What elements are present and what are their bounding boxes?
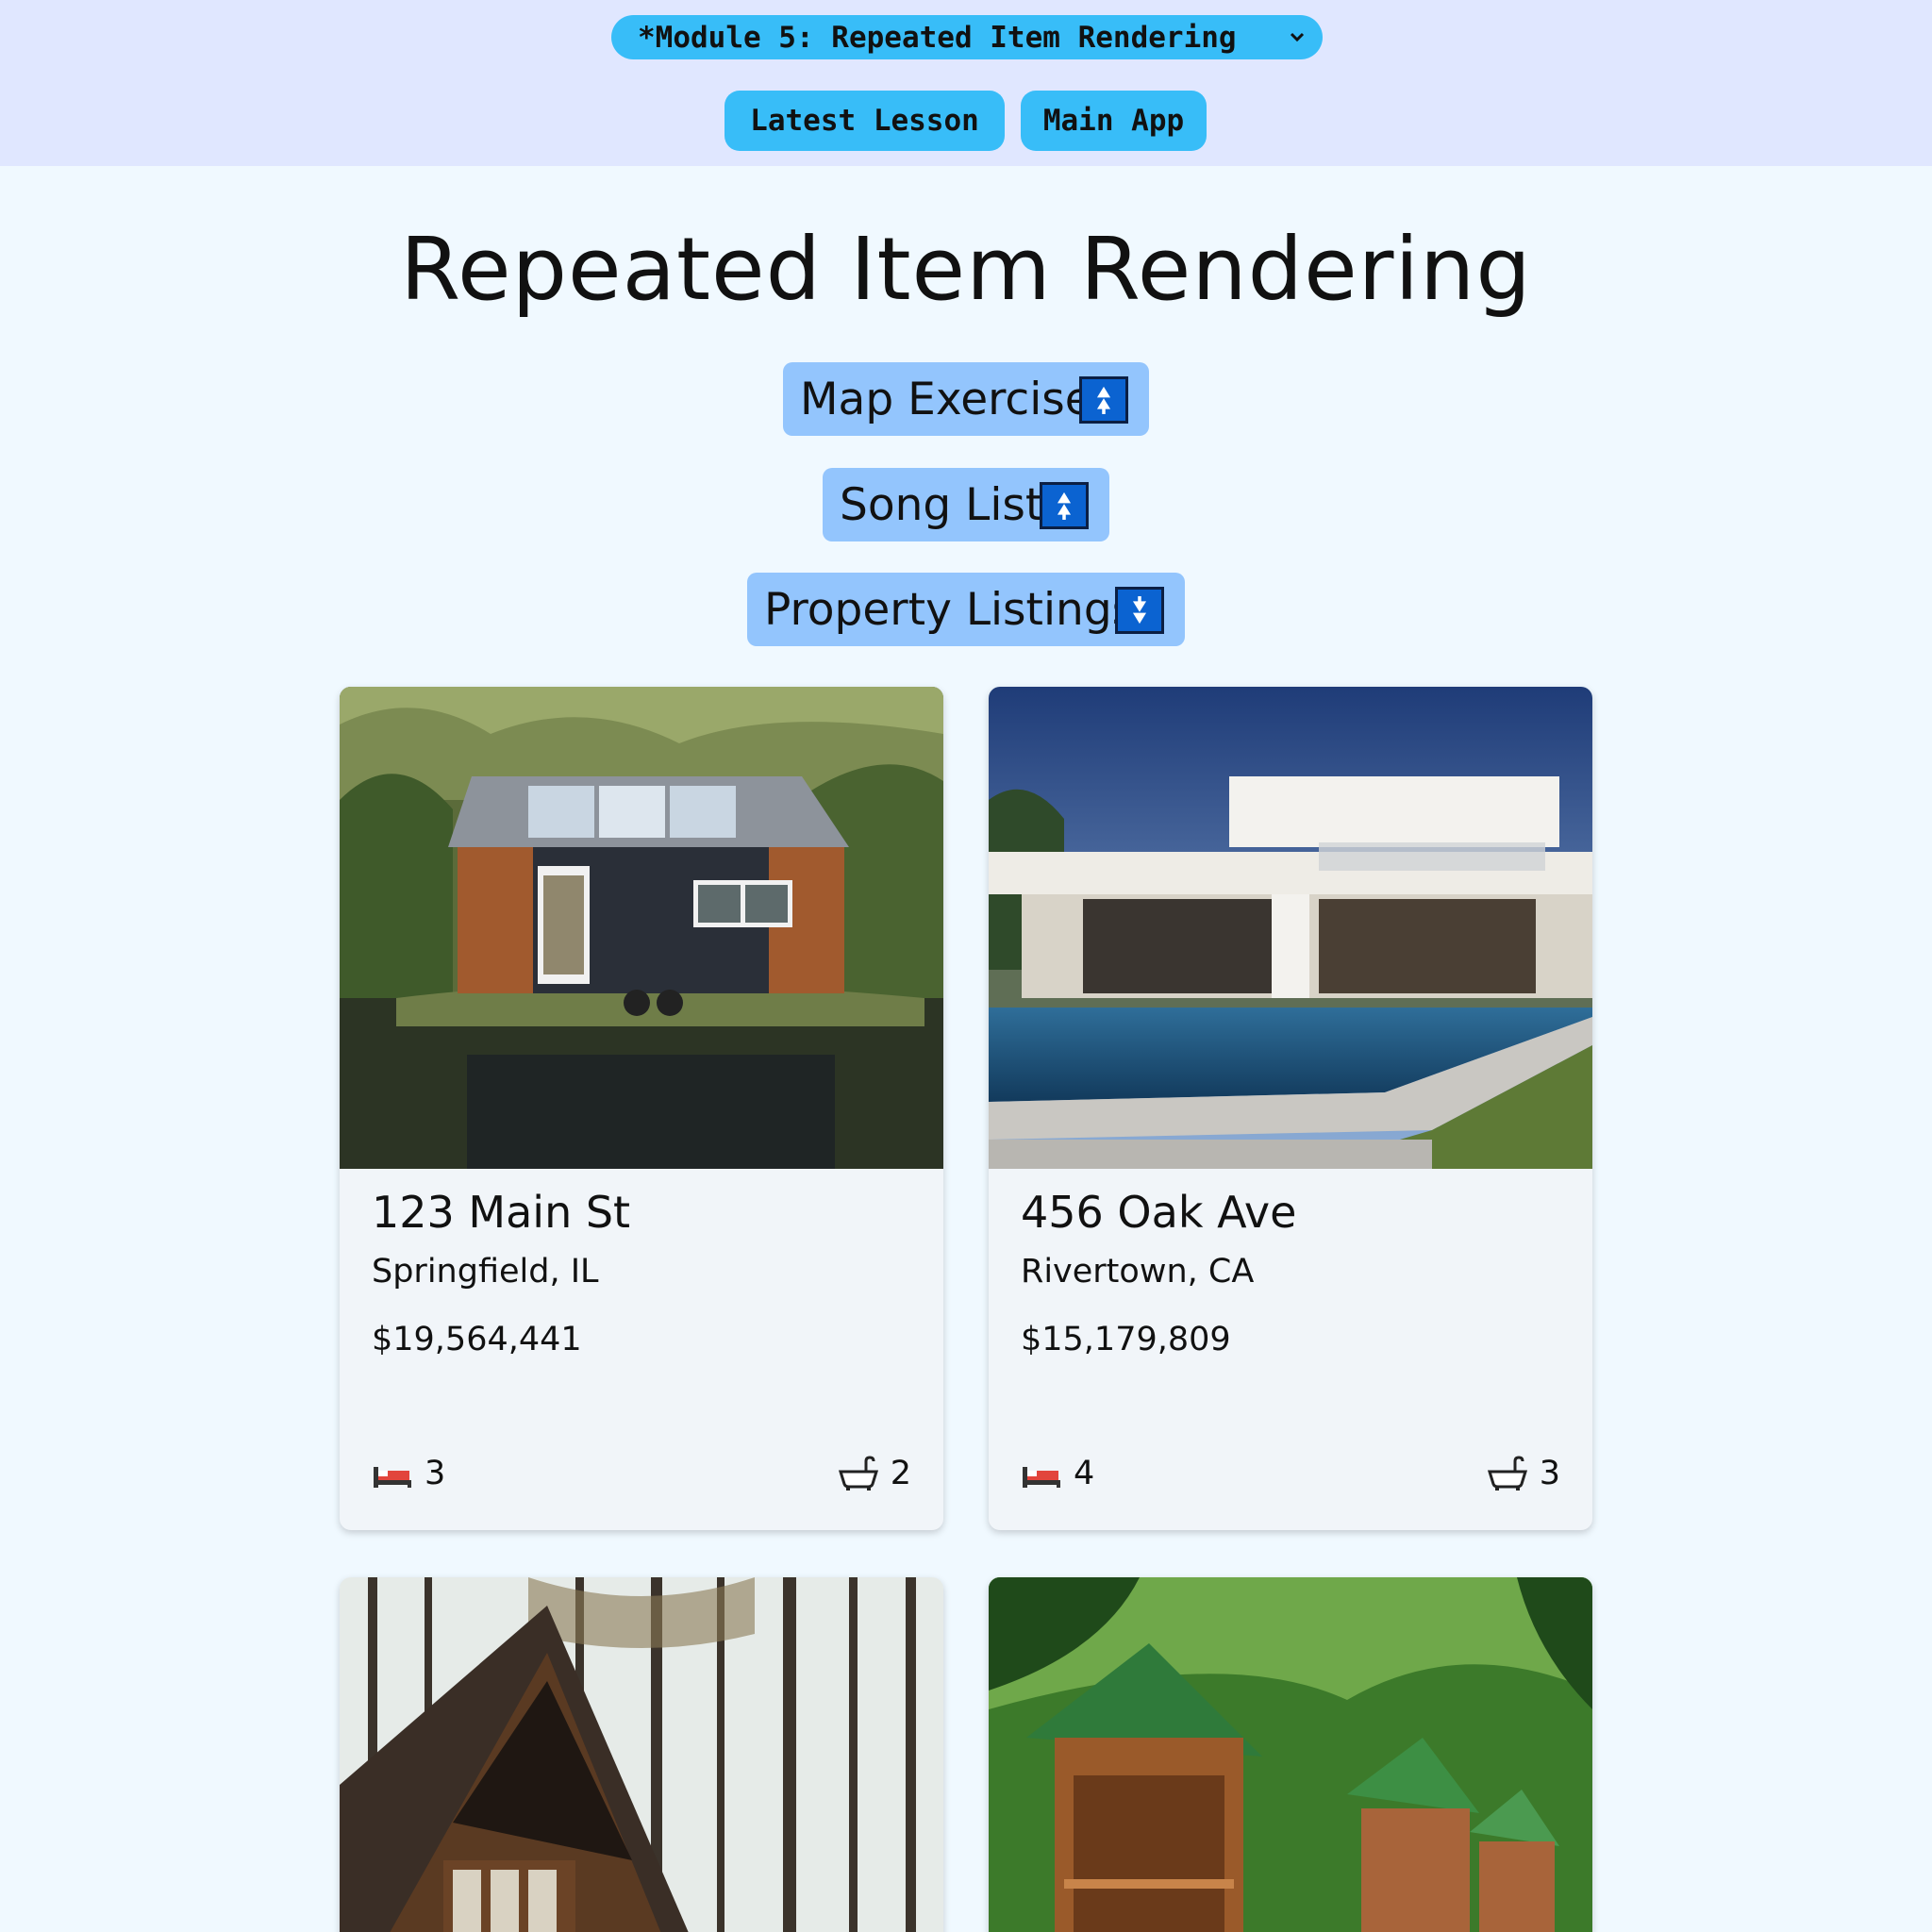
latest-lesson-label: Latest Lesson [750, 104, 979, 138]
section-label: Song List [840, 478, 1043, 531]
section-label: Map Exercise [800, 373, 1092, 425]
beds-value: 3 [425, 1455, 446, 1492]
main-app-label: Main App [1042, 104, 1185, 138]
property-photo [340, 1577, 943, 1932]
listing-city: Springfield, IL [372, 1253, 599, 1291]
property-card[interactable]: 123 Main St Springfield, IL $19,564,441 … [340, 687, 943, 1530]
module-select-value: *Module 5: Repeated Item Rendering [638, 20, 1237, 55]
property-card[interactable] [989, 1577, 1592, 1932]
property-card[interactable] [340, 1577, 943, 1932]
top-nav-bar: *Module 5: Repeated Item Rendering Lates… [0, 0, 1932, 166]
map-exercise-toggle[interactable]: Map Exercise [783, 362, 1149, 436]
baths-count: 3 [1487, 1455, 1560, 1492]
down-arrows-icon [1115, 587, 1164, 634]
chevron-down-icon [1290, 32, 1305, 42]
property-photo [989, 687, 1592, 1169]
bathtub-icon [838, 1456, 878, 1491]
baths-value: 3 [1539, 1455, 1560, 1492]
listing-price: $15,179,809 [1021, 1321, 1231, 1358]
song-list-toggle[interactable]: Song List [823, 468, 1109, 541]
bed-icon [1023, 1467, 1060, 1488]
page-title: Repeated Item Rendering [400, 219, 1532, 320]
listing-city: Rivertown, CA [1021, 1253, 1255, 1291]
beds-value: 4 [1074, 1455, 1095, 1492]
section-label: Property Listings [764, 583, 1136, 636]
property-card[interactable]: 456 Oak Ave Rivertown, CA $15,179,809 4 … [989, 687, 1592, 1530]
baths-value: 2 [890, 1455, 911, 1492]
property-photo [989, 1577, 1592, 1932]
main-app-button[interactable]: Main App [1021, 91, 1207, 151]
up-arrows-icon [1079, 376, 1128, 424]
bathtub-icon [1487, 1456, 1527, 1491]
baths-count: 2 [838, 1455, 911, 1492]
property-listings-toggle[interactable]: Property Listings [747, 573, 1185, 646]
property-photo [340, 687, 943, 1169]
bed-icon [374, 1467, 411, 1488]
listing-address: 123 Main St [372, 1187, 631, 1238]
listing-address: 456 Oak Ave [1021, 1187, 1297, 1238]
listing-price: $19,564,441 [372, 1321, 582, 1358]
module-select[interactable]: *Module 5: Repeated Item Rendering [611, 15, 1323, 59]
beds-count: 4 [1021, 1455, 1094, 1492]
beds-count: 3 [372, 1455, 445, 1492]
up-arrows-icon [1040, 482, 1089, 529]
latest-lesson-button[interactable]: Latest Lesson [724, 91, 1005, 151]
